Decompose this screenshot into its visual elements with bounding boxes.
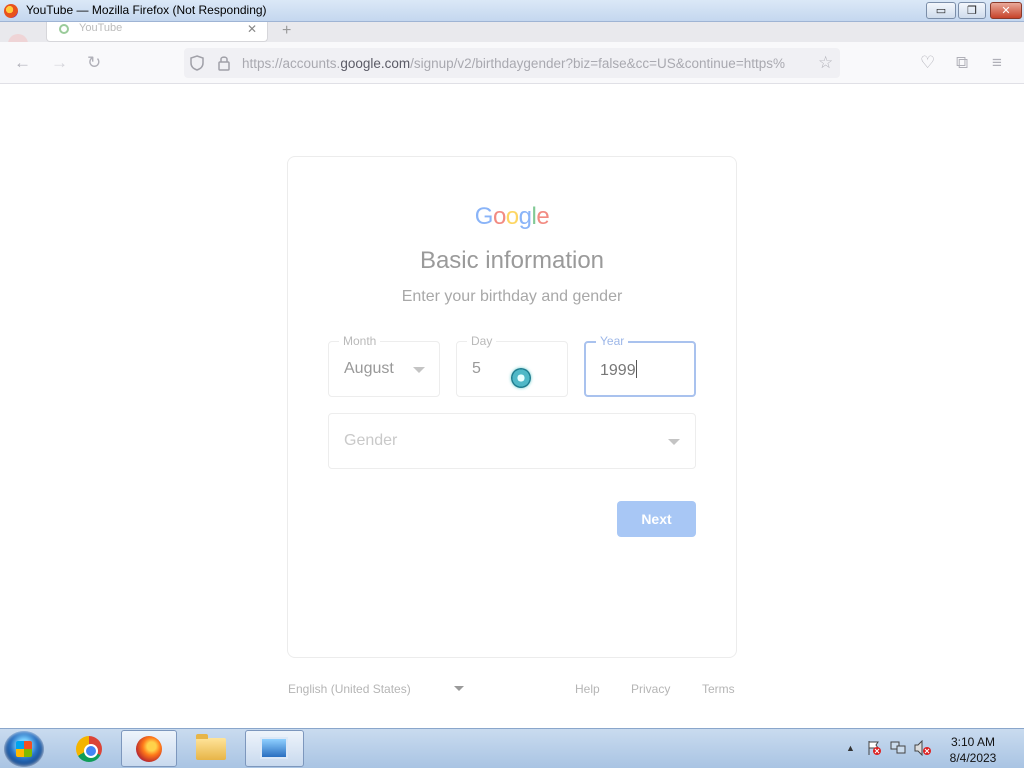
url-text[interactable]: https://accounts.google.com/signup/v2/bi…	[242, 56, 798, 71]
google-logo: Google	[288, 203, 736, 231]
day-label: Day	[467, 334, 497, 348]
language-select[interactable]: English (United States)	[288, 682, 411, 696]
clock-time: 3:10 AM	[950, 735, 996, 749]
day-field[interactable]: Day 5	[456, 334, 568, 397]
pocket-icon[interactable]: ♡	[920, 53, 935, 73]
tab-youtube[interactable]: YouTube ✕	[46, 22, 268, 42]
reload-icon[interactable]: ↻	[87, 53, 101, 73]
lock-icon[interactable]	[218, 55, 230, 71]
new-tab-button[interactable]: +	[282, 22, 291, 40]
year-value: 1999	[600, 362, 636, 379]
year-value-wrap: 1999	[600, 360, 637, 380]
firefox-icon	[4, 4, 18, 18]
logo-letter: o	[505, 203, 519, 230]
loading-favicon-icon	[59, 24, 69, 34]
shield-icon[interactable]	[190, 55, 204, 71]
month-select[interactable]: Month August	[328, 334, 440, 397]
close-window-button[interactable]: ✕	[990, 2, 1022, 19]
navigation-toolbar: ← → ↻ https://accounts.google.com/signup…	[0, 42, 1024, 84]
page-title: Basic information	[419, 247, 605, 274]
windows-logo-icon	[16, 741, 32, 757]
restore-icon: ❐	[967, 5, 977, 17]
start-button[interactable]	[4, 731, 44, 767]
tab-title: YouTube	[79, 22, 123, 34]
chrome-icon	[76, 736, 102, 762]
terms-link[interactable]: Terms	[702, 682, 735, 696]
logo-letter: e	[536, 203, 550, 230]
text-caret	[635, 360, 637, 378]
taskbar-explorer[interactable]	[184, 730, 240, 767]
taskbar-clock[interactable]: 3:10 AM 8/4/2023	[942, 734, 1004, 766]
taskbar: ▲ 3:10 AM 8/4/2023	[0, 728, 1024, 768]
taskbar-remote-desktop[interactable]	[245, 730, 304, 767]
volume-muted-icon[interactable]	[914, 740, 932, 756]
logo-letter: o	[492, 203, 506, 230]
help-link[interactable]: Help	[575, 682, 600, 696]
firefox-icon	[136, 736, 162, 762]
url-bar[interactable]: https://accounts.google.com/signup/v2/bi…	[184, 48, 840, 78]
chevron-down-icon	[413, 367, 425, 373]
page-subtitle: Enter your birthday and gender	[401, 288, 623, 305]
show-hidden-icons-button[interactable]: ▲	[846, 743, 855, 753]
month-label: Month	[339, 334, 381, 348]
gender-placeholder: Gender	[344, 432, 398, 449]
signup-card: Google Basic information Enter your birt…	[287, 156, 737, 658]
network-icon[interactable]	[890, 740, 906, 756]
year-field[interactable]: Year 1999	[584, 334, 696, 397]
year-label: Year	[596, 334, 629, 348]
action-center-flag-icon[interactable]	[866, 740, 882, 756]
extensions-icon[interactable]: ⧉	[956, 53, 968, 73]
taskbar-firefox[interactable]	[121, 730, 177, 767]
url-path: /signup/v2/birthdaygender?biz=false&cc=U…	[410, 56, 785, 71]
bookmark-star-icon[interactable]: ☆	[818, 53, 833, 73]
taskbar-chrome[interactable]	[60, 730, 116, 767]
gender-select[interactable]: Gender	[328, 413, 696, 469]
privacy-link[interactable]: Privacy	[631, 682, 670, 696]
next-button[interactable]: Next	[617, 501, 696, 537]
window-title: YouTube — Mozilla Firefox (Not Respondin…	[26, 3, 267, 17]
day-value: 5	[472, 360, 481, 377]
logo-letter: g	[518, 203, 532, 230]
minimize-button[interactable]: ▭	[926, 2, 956, 19]
minimize-icon: ▭	[935, 5, 947, 17]
forward-icon[interactable]: →	[51, 53, 68, 73]
chevron-down-icon	[668, 439, 680, 445]
app-menu-icon[interactable]: ≡	[992, 53, 1002, 73]
month-value: August	[344, 360, 394, 377]
url-prefix: https://accounts.	[242, 56, 341, 71]
close-icon: ✕	[1001, 5, 1011, 17]
clock-date: 8/4/2023	[949, 751, 997, 765]
tab-close-icon[interactable]: ✕	[247, 22, 257, 36]
remote-desktop-icon	[260, 737, 288, 759]
language-chevron-icon[interactable]	[454, 686, 464, 691]
back-icon[interactable]: ←	[14, 53, 31, 73]
logo-letter: G	[474, 203, 494, 230]
busy-cursor-icon	[511, 368, 531, 388]
folder-icon	[196, 734, 226, 760]
url-host: google.com	[340, 56, 411, 71]
tab-strip: YouTube ✕ +	[0, 22, 1024, 54]
window-title-bar[interactable]: YouTube — Mozilla Firefox (Not Respondin…	[0, 0, 1024, 22]
restore-button[interactable]: ❐	[958, 2, 986, 19]
